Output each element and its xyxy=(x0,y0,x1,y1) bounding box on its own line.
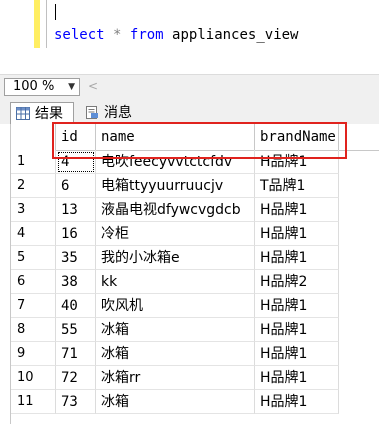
sql-star: * xyxy=(113,27,122,43)
sql-keyword-select: select xyxy=(54,27,105,43)
query-editor[interactable]: select * from appliances_view xyxy=(0,0,379,72)
cell-name[interactable]: 吹风机 xyxy=(96,294,255,318)
cell-id[interactable]: 71 xyxy=(56,342,96,366)
row-number[interactable]: 4 xyxy=(11,222,56,246)
cell-name[interactable]: 冰箱rr xyxy=(96,366,255,390)
row-number[interactable]: 6 xyxy=(11,270,56,294)
cell-name[interactable]: 液晶电视dfywcvgdcb xyxy=(96,198,255,222)
row-number[interactable]: 10 xyxy=(11,366,56,390)
cell-id[interactable]: 35 xyxy=(56,246,96,270)
cell-name[interactable]: 电吹feecyvvtctcfdv xyxy=(96,150,255,174)
result-tabs: 结果 消息 xyxy=(0,100,379,124)
cell-name[interactable]: 冰箱 xyxy=(96,342,255,366)
tab-messages-label: 消息 xyxy=(104,105,132,121)
row-number[interactable]: 2 xyxy=(11,174,56,198)
row-number[interactable]: 8 xyxy=(11,318,56,342)
cell-brandname[interactable]: H品牌1 xyxy=(255,366,339,390)
row-number[interactable]: 3 xyxy=(11,198,56,222)
cell-id[interactable]: 72 xyxy=(56,366,96,390)
message-icon xyxy=(86,106,98,119)
zoom-value: 100 % xyxy=(13,79,55,94)
text-cursor xyxy=(55,4,56,20)
row-number[interactable]: 7 xyxy=(11,294,56,318)
cell-id[interactable]: 38 xyxy=(56,270,96,294)
row-number[interactable]: 5 xyxy=(11,246,56,270)
results-grid[interactable]: id name brandName 1 4 电吹feecyvvtctcfdv H品牌1… xyxy=(10,124,379,424)
zoom-bar: 100 % ▼ < xyxy=(0,74,379,100)
cell-id[interactable]: 4 xyxy=(56,150,96,174)
cell-brandname[interactable]: H品牌1 xyxy=(255,294,339,318)
header-id[interactable]: id xyxy=(56,124,96,150)
header-name[interactable]: name xyxy=(96,124,255,150)
scroll-left-icon[interactable]: < xyxy=(88,79,98,93)
cell-name[interactable]: 我的小冰箱e xyxy=(96,246,255,270)
row-number[interactable]: 9 xyxy=(11,342,56,366)
sql-keyword-from: from xyxy=(129,27,164,43)
cell-brandname[interactable]: H品牌1 xyxy=(255,390,339,414)
cell-name[interactable]: 冰箱 xyxy=(96,390,255,414)
cell-id[interactable]: 16 xyxy=(56,222,96,246)
cell-id[interactable]: 55 xyxy=(56,318,96,342)
grid-header: id name brandName xyxy=(11,124,379,151)
sql-statement[interactable]: select * from appliances_view xyxy=(54,27,298,43)
row-number[interactable]: 1 xyxy=(11,150,56,174)
cell-name[interactable]: kk xyxy=(96,270,255,294)
cell-brandname[interactable]: H品牌1 xyxy=(255,222,339,246)
header-rownum xyxy=(11,124,56,150)
tab-results-label: 结果 xyxy=(35,106,63,122)
cell-id[interactable]: 13 xyxy=(56,198,96,222)
cell-brandname[interactable]: H品牌1 xyxy=(255,342,339,366)
grid-icon xyxy=(16,107,30,120)
cell-brandname[interactable]: T品牌1 xyxy=(255,174,339,198)
cell-name[interactable]: 冷柜 xyxy=(96,222,255,246)
tab-messages[interactable]: 消息 xyxy=(80,102,144,124)
header-brandname[interactable]: brandName xyxy=(255,124,339,150)
cell-name[interactable]: 电箱ttyyuurruucjv xyxy=(96,174,255,198)
chevron-down-icon: ▼ xyxy=(68,82,75,92)
zoom-select[interactable]: 100 % ▼ xyxy=(4,78,80,96)
cell-name[interactable]: 冰箱 xyxy=(96,318,255,342)
tab-results[interactable]: 结果 xyxy=(10,102,74,124)
cell-id[interactable]: 73 xyxy=(56,390,96,414)
cell-brandname[interactable]: H品牌1 xyxy=(255,246,339,270)
change-indicator xyxy=(34,0,40,48)
cell-brandname[interactable]: H品牌1 xyxy=(255,198,339,222)
cell-brandname[interactable]: H品牌1 xyxy=(255,318,339,342)
cell-brandname[interactable]: H品牌2 xyxy=(255,270,339,294)
cell-id[interactable]: 40 xyxy=(56,294,96,318)
row-number[interactable]: 11 xyxy=(11,390,56,414)
editor-gutter-line xyxy=(46,0,47,48)
cell-brandname[interactable]: H品牌1 xyxy=(255,150,339,174)
cell-id[interactable]: 6 xyxy=(56,174,96,198)
sql-table-name: appliances_view xyxy=(172,27,299,43)
